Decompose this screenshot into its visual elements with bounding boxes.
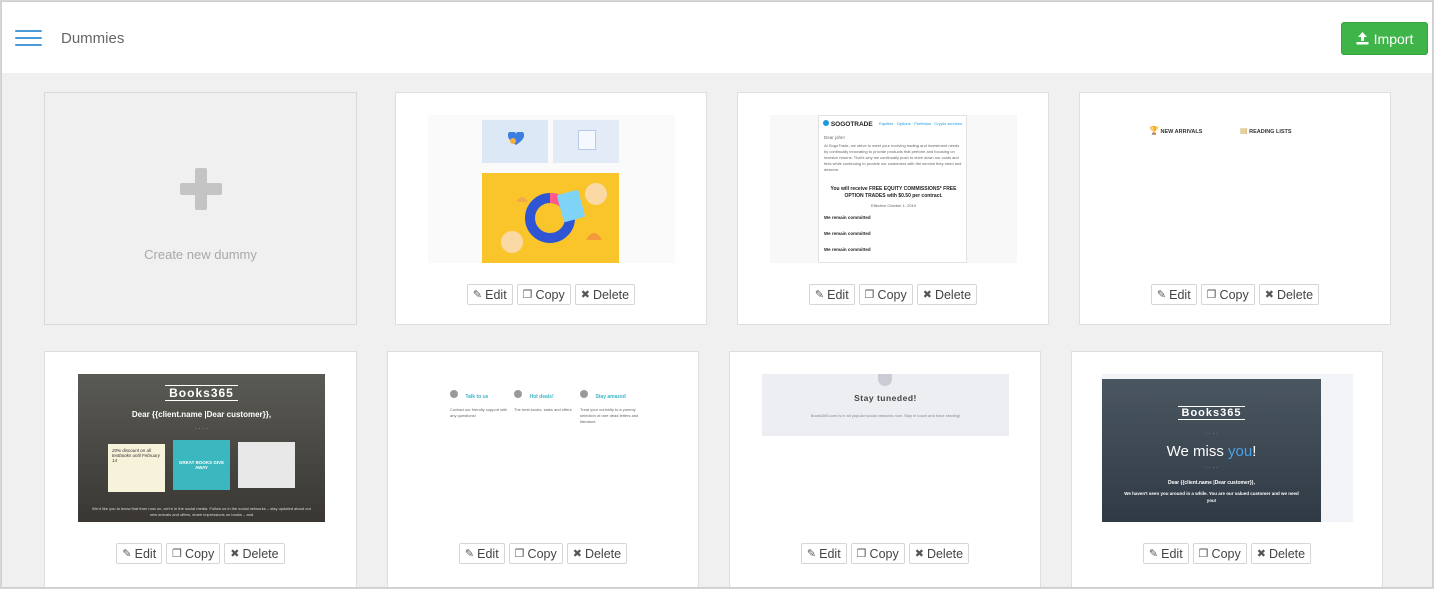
delete-button[interactable]: ✖ Delete — [566, 543, 628, 564]
list-icon: ▤ — [1240, 126, 1248, 135]
tuned-text: Books365.com is in all popular social ne… — [810, 413, 961, 418]
app-frame: Dummies Import Create new dummy ✎ Edit ❐… — [1, 1, 1433, 588]
import-label: Import — [1373, 30, 1414, 47]
heart-icon — [508, 132, 524, 145]
brand-text: Books365 — [165, 385, 238, 401]
copy-icon: ❐ — [514, 548, 525, 560]
create-new-dummy-card[interactable]: Create new dummy — [44, 92, 357, 325]
pencil-icon: ✎ — [122, 548, 132, 560]
brand-text: Books365 — [1177, 406, 1246, 420]
delete-button[interactable]: ✖ Delete — [1258, 284, 1320, 305]
copy-button[interactable]: ❐ Copy — [858, 284, 913, 305]
tuned-title: Stay tuneded! — [854, 393, 917, 403]
edit-button[interactable]: ✎ Edit — [1142, 543, 1189, 564]
copy-icon: ❐ — [856, 548, 867, 560]
close-icon: ✖ — [1264, 289, 1274, 301]
trophy-icon: 🏆 — [1149, 126, 1159, 135]
delete-button[interactable]: ✖ Delete — [224, 543, 285, 564]
edit-button[interactable]: ✎ Edit — [466, 284, 513, 305]
upload-icon — [1356, 32, 1369, 45]
edit-button[interactable]: ✎ Edit — [808, 284, 855, 305]
dummy-card: SOGOTRADE Equities · Options · Portfolio… — [737, 92, 1049, 325]
dummy-thumbnail[interactable] — [428, 115, 675, 263]
brand-text: SOGOTRADE — [830, 121, 873, 128]
pencil-icon: ✎ — [1148, 548, 1159, 560]
dummy-thumbnail[interactable]: Books365 · · · · We miss you! · · · · De… — [1102, 374, 1353, 522]
pencil-icon: ✎ — [464, 548, 475, 560]
chat-icon — [450, 390, 458, 398]
dummy-thumbnail[interactable]: Talk to us Contact our friendly support … — [420, 374, 667, 522]
logo-icon — [823, 120, 829, 126]
dummy-card: Talk to us Contact our friendly support … — [387, 351, 699, 587]
edit-button[interactable]: ✎ Edit — [458, 543, 505, 564]
plus-icon — [180, 168, 222, 210]
copy-button[interactable]: ❐ Copy — [1192, 543, 1247, 564]
dummy-thumbnail[interactable]: Books365 Dear {{client.name |Dear custom… — [78, 374, 325, 522]
dummy-thumbnail[interactable]: Stay tuneded! Books365.com is in all pop… — [762, 374, 1009, 522]
delete-button[interactable]: ✖ Delete — [916, 284, 978, 305]
close-icon: ✖ — [580, 289, 590, 301]
delete-button[interactable]: ✖ Delete — [1250, 543, 1312, 564]
dummy-card: 🏆 NEW ARRIVALS ▤ READING LISTS ✎ Edit ❐ Co… — [1079, 92, 1391, 325]
copy-icon: ❐ — [172, 548, 183, 560]
menu-icon[interactable] — [15, 30, 42, 48]
close-icon: ✖ — [230, 548, 240, 560]
copy-button[interactable]: ❐ Copy — [166, 543, 221, 564]
copy-button[interactable]: ❐ Copy — [850, 543, 905, 564]
pencil-icon: ✎ — [1156, 289, 1167, 301]
committed-text: We remain committed — [824, 215, 871, 220]
page-title: Dummies — [61, 30, 125, 47]
top-bar: Dummies Import — [2, 2, 1432, 73]
dummy-card: Books365 Dear {{client.name |Dear custom… — [44, 351, 357, 587]
illustration-icon — [501, 183, 607, 253]
effective-text: Effective October 1, 2019 — [870, 203, 917, 208]
create-new-dummy-label: Create new dummy — [144, 247, 257, 262]
dummy-card: Stay tuneded! Books365.com is in all pop… — [729, 351, 1041, 587]
copy-icon: ❐ — [1198, 548, 1209, 560]
share-icon — [878, 374, 892, 386]
edit-button[interactable]: ✎ Edit — [800, 543, 847, 564]
copy-icon: ❐ — [522, 289, 533, 301]
edit-button[interactable]: ✎ Edit — [116, 543, 163, 564]
pencil-icon: ✎ — [806, 548, 817, 560]
edit-button[interactable]: ✎ Edit — [1150, 284, 1197, 305]
intro-text: At SogoTrade, we strive to meet your evo… — [824, 143, 962, 172]
greeting-text: Dear john! — [824, 135, 845, 140]
close-icon: ✖ — [914, 548, 924, 560]
dummy-thumbnail[interactable]: SOGOTRADE Equities · Options · Portfolio… — [770, 115, 1017, 263]
copy-button[interactable]: ❐ Copy — [516, 284, 571, 305]
delete-button[interactable]: ✖ Delete — [574, 284, 636, 305]
pencil-icon: ✎ — [814, 289, 825, 301]
footer-text: We'd like you to know that from now on, … — [91, 506, 312, 517]
dummy-card: ✎ Edit ❐ Copy ✖ Delete — [395, 92, 707, 325]
close-icon: ✖ — [922, 289, 932, 301]
delete-button[interactable]: ✖ Delete — [908, 543, 970, 564]
dummy-card: Books365 · · · · We miss you! · · · · De… — [1071, 351, 1383, 587]
promo-text: 20% discount on all textbooks until Febr… — [108, 444, 165, 492]
copy-icon: ❐ — [1206, 289, 1217, 301]
promo2-text: GREAT BOOKS GIVE AWAY — [173, 440, 230, 490]
committed-text: We remain committed — [824, 247, 871, 252]
copy-icon: ❐ — [864, 289, 875, 301]
nav-text: Equities · Options · Portfolios · Crypto… — [879, 121, 962, 126]
miss-text: We haven't seen you around in a while. Y… — [1124, 491, 1299, 503]
pencil-icon: ✎ — [472, 289, 483, 301]
greeting-text: Dear {{client.name |Dear customer}}, — [1168, 480, 1255, 486]
import-button[interactable]: Import — [1341, 22, 1428, 55]
dummy-thumbnail[interactable]: 🏆 NEW ARRIVALS ▤ READING LISTS — [1112, 115, 1359, 263]
close-icon: ✖ — [572, 548, 582, 560]
copy-button[interactable]: ❐ Copy — [1200, 284, 1255, 305]
copy-button[interactable]: ❐ Copy — [508, 543, 563, 564]
close-icon: ✖ — [1256, 548, 1266, 560]
tag-icon — [514, 390, 522, 398]
committed-text: We remain committed — [824, 231, 871, 236]
headline-text: You will receive FREE EQUITY COMMISSIONS… — [830, 186, 957, 199]
star-icon — [580, 390, 588, 398]
greeting-text: Dear {{client.name |Dear customer}}, — [131, 410, 272, 419]
